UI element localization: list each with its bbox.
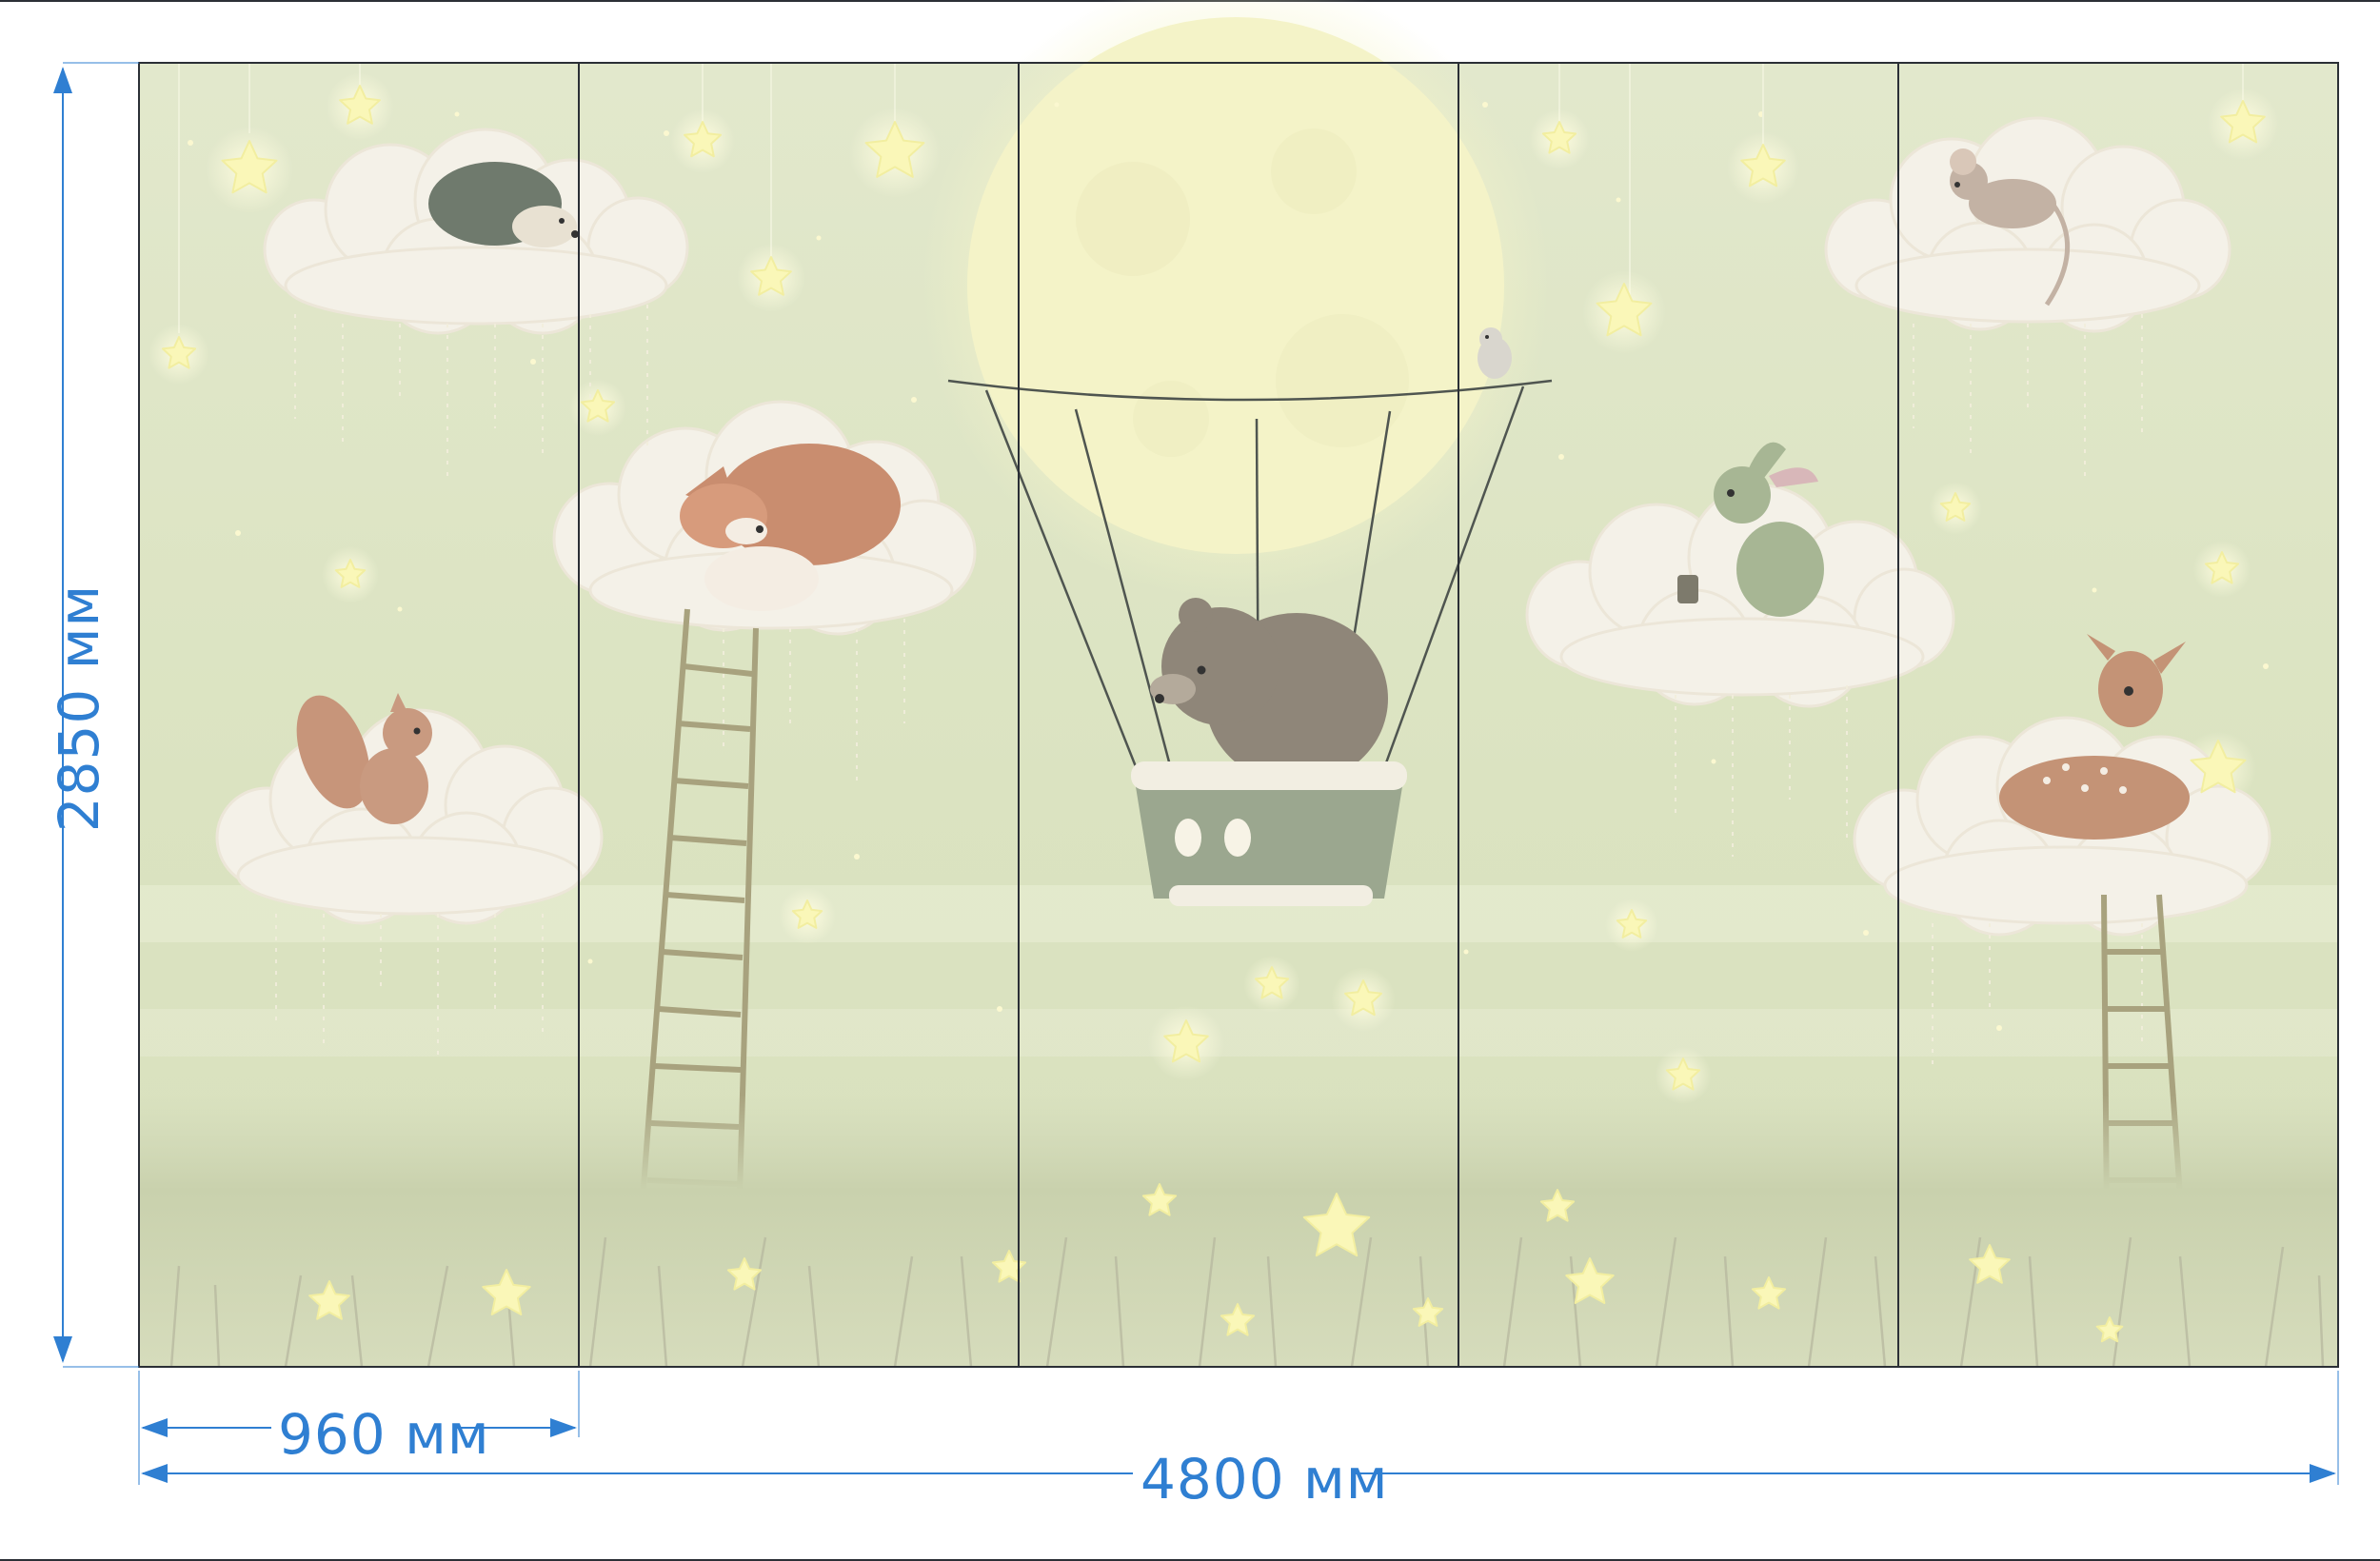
panel-width-label: 960 мм [278, 1402, 490, 1467]
balloon-basket [1131, 761, 1407, 906]
total-width-label: 4800 мм [1140, 1447, 1389, 1512]
height-label: 2850 мм [47, 583, 111, 833]
moon [922, 0, 1550, 600]
mist-band [139, 1009, 2338, 1057]
wallpaper-mural-drawing [53, 0, 2339, 1485]
